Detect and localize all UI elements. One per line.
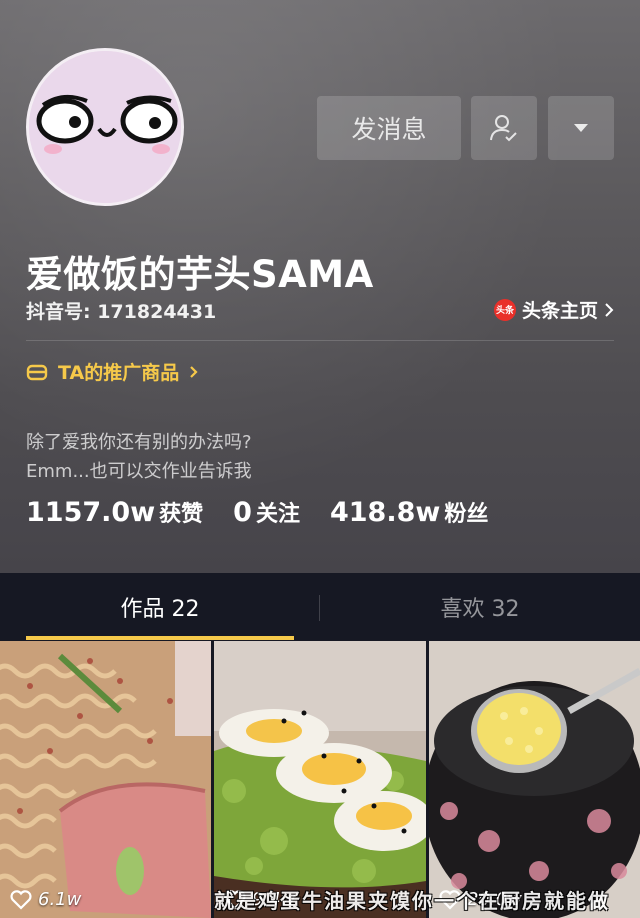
promo-label: TA的推广商品 [58,362,180,384]
bio-line: Emm...也可以交作业告诉我 [26,461,252,482]
toutiao-logo-icon: 头条 [493,298,516,321]
chevron-right-icon [605,302,614,317]
bio-line: 除了爱我你还有别的办法吗? [26,432,252,453]
heart-icon [10,889,32,910]
stat-followers[interactable]: 418.8w 粉丝 [330,496,488,528]
video-thumbnail[interactable]: 6.1w [0,641,211,918]
more-options-button[interactable] [548,96,614,160]
video-thumbnail[interactable]: 9.4w [214,641,426,918]
nickname: 爱做饭的芋头SAMA [26,253,374,296]
stat-following[interactable]: 0 关注 [233,496,300,528]
chevron-right-icon [190,365,198,378]
stat-likes: 1157.0w 获赞 [26,496,203,528]
stat-following-label: 关注 [255,502,300,527]
avatar-face-icon [29,51,181,203]
toutiao-label: 头条主页 [521,300,598,322]
video-thumbnail[interactable]: 20.0w [429,641,640,918]
profile-header: 发消息 爱做饭的芋头SAMA 抖音号: 171824431 头条 头条主页 TA… [0,0,640,573]
douyin-id: 抖音号: 171824431 [26,301,217,323]
avatar[interactable] [26,48,184,206]
video-likes-count: 6.1w [38,889,82,910]
promoted-products-link[interactable]: TA的推广商品 [26,358,199,385]
stat-followers-value: 418.8w [329,497,441,528]
profile-page: 发消息 爱做饭的芋头SAMA 抖音号: 171824431 头条 头条主页 TA… [0,0,640,918]
stat-likes-label: 获赞 [159,502,204,527]
active-tab-indicator [26,636,294,640]
avocado-toast-thumbnail-image [214,641,426,918]
divider [26,340,614,341]
toutiao-homepage-link[interactable]: 头条 头条主页 [493,296,614,323]
send-message-button[interactable]: 发消息 [317,96,461,160]
profile-tabs: 作品 22 喜欢 32 [0,573,640,641]
noodles-thumbnail-image [0,641,211,918]
video-likes: 6.1w [10,889,81,910]
tab-likes[interactable]: 喜欢 32 [320,573,640,641]
bio: 除了爱我你还有别的办法吗? Emm...也可以交作业告诉我 [26,428,252,486]
bowl-thumbnail-image [429,641,640,918]
caret-down-icon [574,124,588,132]
stat-followers-label: 粉丝 [444,502,489,527]
follow-user-button[interactable] [471,96,537,160]
tab-works[interactable]: 作品 22 [0,573,320,641]
cart-icon [26,364,48,380]
video-subtitle-overlay: 就是鸡蛋牛油果夹馍你一个在厨房就能做 [214,889,610,913]
stats-row: 1157.0w 获赞 0 关注 418.8w 粉丝 [26,496,488,528]
stat-following-value: 0 [233,497,252,528]
user-check-icon [490,115,517,142]
video-grid: 6.1w 9.4w 20.0w [0,641,640,918]
stat-likes-value: 1157.0w [26,497,156,528]
